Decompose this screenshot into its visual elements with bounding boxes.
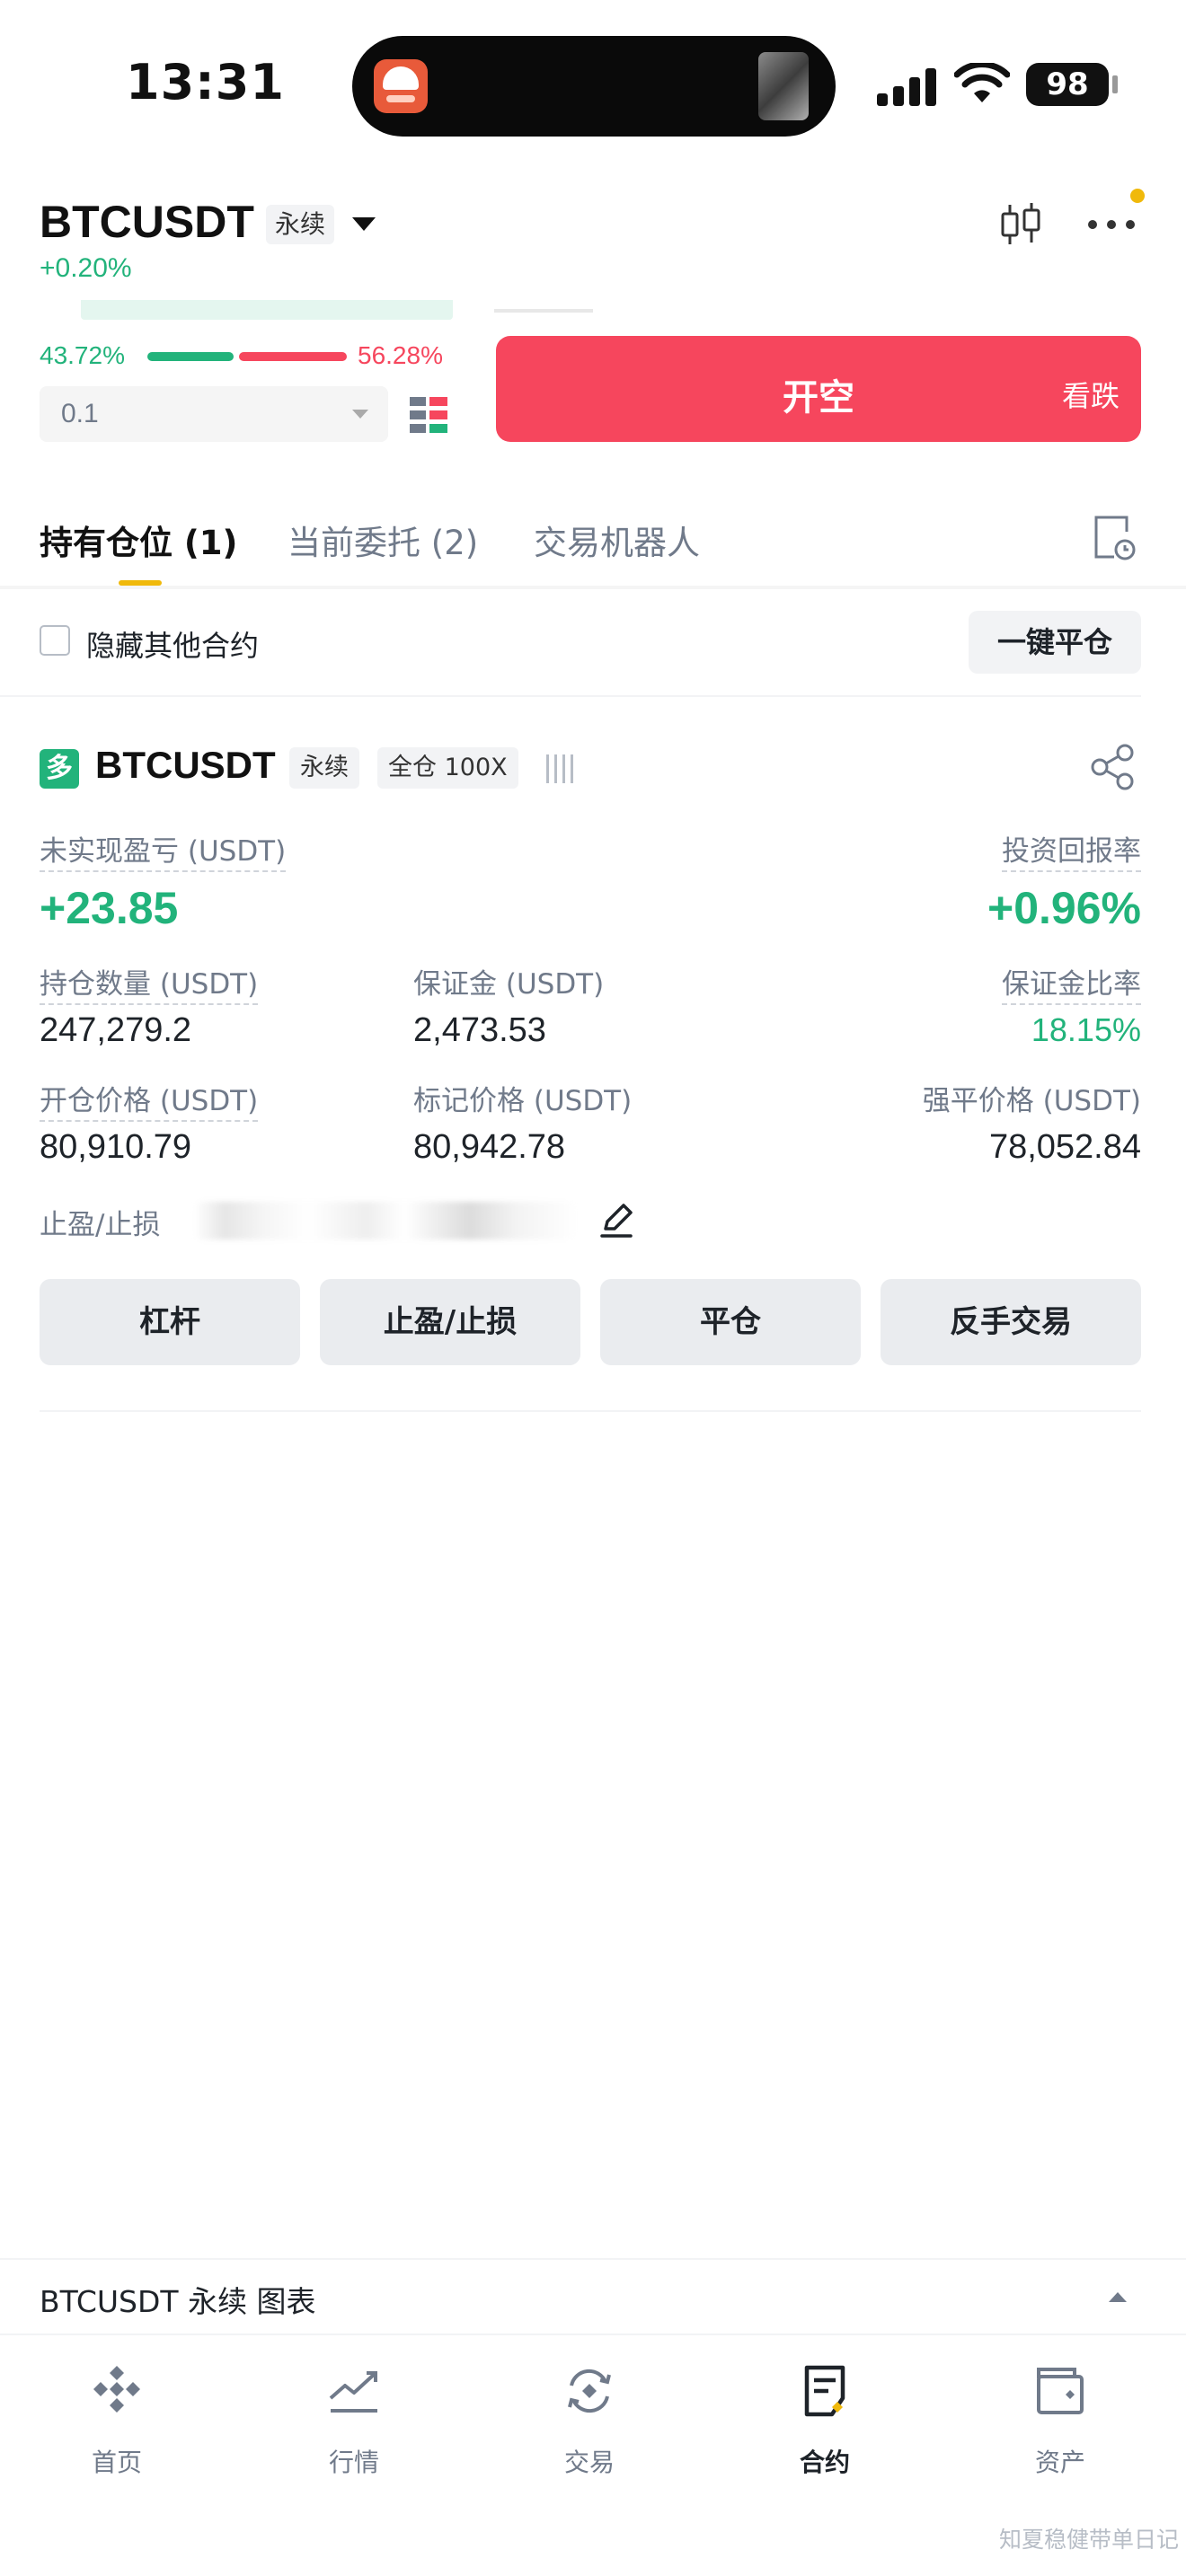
entry-price-value: 80,910.79: [40, 1128, 192, 1166]
tab-trading-bots[interactable]: 交易机器人: [534, 516, 700, 564]
nav-home[interactable]: 首页: [45, 2362, 189, 2497]
margin-value: 2,473.53: [413, 1011, 546, 1049]
margin-label: 保证金 (USDT): [413, 968, 605, 1001]
tpsl-label: 止盈/止损: [40, 1209, 161, 1241]
leverage-button[interactable]: 杠杆: [40, 1279, 300, 1365]
tab-positions[interactable]: 持有仓位 (1): [40, 516, 237, 564]
sell-ratio: 56.28%: [358, 341, 443, 369]
island-media-thumbnail: [758, 52, 809, 120]
tabs-divider: [0, 586, 1186, 589]
nav-markets-label: 行情: [328, 2448, 379, 2477]
nav-assets[interactable]: 资产: [988, 2362, 1132, 2497]
open-short-button[interactable]: 开空 看跌: [496, 336, 1141, 442]
tab-open-orders-count: (2): [430, 524, 479, 562]
open-short-label: 开空: [783, 377, 854, 419]
tpsl-button[interactable]: 止盈/止损: [320, 1279, 580, 1365]
margin-mode-tag: 全仓 100X: [377, 747, 518, 789]
dynamic-island: [352, 36, 836, 137]
hide-other-label[interactable]: 隐藏其他合约: [86, 623, 259, 665]
close-position-button[interactable]: 平仓: [600, 1279, 861, 1365]
tab-open-orders[interactable]: 当前委托 (2): [288, 516, 478, 564]
order-history-icon[interactable]: [1091, 512, 1137, 562]
section-divider: [0, 695, 1141, 697]
battery-icon: 98: [1026, 63, 1109, 106]
nav-home-label: 首页: [91, 2448, 142, 2477]
orderbook-divider: [494, 309, 593, 313]
tab-positions-label: 持有仓位: [40, 524, 173, 562]
edit-pencil-icon[interactable]: [597, 1200, 636, 1239]
reverse-position-button[interactable]: 反手交易: [881, 1279, 1141, 1365]
quantity-select[interactable]: 0.1: [40, 386, 388, 442]
watermark: 知夏稳健带单日记: [998, 2527, 1179, 2553]
wallet-icon: [1037, 2368, 1084, 2414]
tpsl-redacted-value: [194, 1202, 577, 1239]
close-all-button[interactable]: 一键平仓: [969, 611, 1141, 674]
candlestick-icon[interactable]: [997, 201, 1044, 248]
home-logo-icon: [93, 2366, 140, 2413]
position-tabs: 持有仓位 (1) 当前委托 (2) 交易机器人: [0, 503, 1186, 584]
chevron-down-icon: [352, 410, 368, 419]
liquidation-price-value: 78,052.84: [988, 1128, 1141, 1166]
unrealized-pnl-value: +23.85: [40, 883, 179, 933]
tab-positions-count: (1): [183, 524, 238, 562]
chart-bar-label: BTCUSDT 永续 图表: [40, 2284, 316, 2319]
status-time: 13:31: [126, 54, 285, 110]
contract-type-tag: 永续: [266, 205, 335, 244]
nav-futures[interactable]: 合约: [753, 2362, 897, 2497]
nav-trade[interactable]: 交易: [518, 2362, 661, 2497]
nav-futures-label: 合约: [799, 2448, 850, 2477]
orderbook-row-fragment: [81, 300, 453, 320]
nav-trade-label: 交易: [563, 2448, 615, 2477]
open-short-sublabel: 看跌: [1061, 379, 1120, 413]
orderbook-layout-icon[interactable]: [408, 393, 451, 437]
markets-icon: [329, 2371, 377, 2413]
share-icon[interactable]: [1089, 742, 1137, 792]
tab-trading-bots-label: 交易机器人: [534, 524, 700, 562]
chevron-up-icon: [1109, 2292, 1127, 2302]
mark-price-value: 80,942.78: [413, 1128, 566, 1166]
card-divider: [40, 1410, 1141, 1412]
buy-ratio: 43.72%: [40, 341, 125, 369]
liquidation-price-label: 强平价格 (USDT): [922, 1085, 1141, 1117]
position-contract-tag: 永续: [289, 747, 359, 789]
sell-ratio-bar: [239, 352, 347, 361]
unrealized-pnl-label[interactable]: 未实现盈亏 (USDT): [40, 828, 287, 872]
entry-price-label[interactable]: 开仓价格 (USDT): [40, 1078, 259, 1122]
cellular-signal-icon: [877, 68, 936, 106]
position-symbol[interactable]: BTCUSDT: [95, 744, 276, 787]
hide-other-checkbox[interactable]: [40, 625, 70, 656]
chevron-down-icon[interactable]: [352, 217, 376, 231]
price-change: +0.20%: [40, 253, 132, 283]
more-icon[interactable]: [1085, 201, 1137, 246]
quantity-value: 0.1: [61, 399, 99, 428]
trade-icon: [568, 2369, 611, 2413]
symbol-title[interactable]: BTCUSDT: [40, 196, 254, 248]
battery-tip: [1112, 75, 1118, 93]
roi-label[interactable]: 投资回报率: [1002, 828, 1141, 872]
nav-assets-label: 资产: [1034, 2448, 1085, 2477]
buy-ratio-bar: [147, 352, 234, 361]
futures-icon: [804, 2365, 845, 2417]
wifi-icon: [954, 63, 1010, 102]
long-side-badge: 多: [40, 749, 79, 789]
roi-value: +0.96%: [987, 883, 1141, 933]
mark-price-label: 标记价格 (USDT): [413, 1085, 633, 1117]
notification-dot: [1130, 189, 1145, 203]
island-app-icon: [374, 59, 428, 113]
adl-indicator-icon: [546, 754, 573, 783]
status-bar: 13:31 98: [0, 0, 1186, 171]
position-size-label[interactable]: 持仓数量 (USDT): [40, 961, 259, 1005]
chart-collapse-bar[interactable]: BTCUSDT 永续 图表: [0, 2258, 1186, 2335]
nav-markets[interactable]: 行情: [282, 2362, 426, 2497]
position-size-value: 247,279.2: [40, 1011, 192, 1049]
margin-ratio-label[interactable]: 保证金比率: [1002, 961, 1141, 1005]
tab-open-orders-label: 当前委托: [288, 524, 420, 562]
margin-ratio-value: 18.15%: [1031, 1011, 1141, 1048]
